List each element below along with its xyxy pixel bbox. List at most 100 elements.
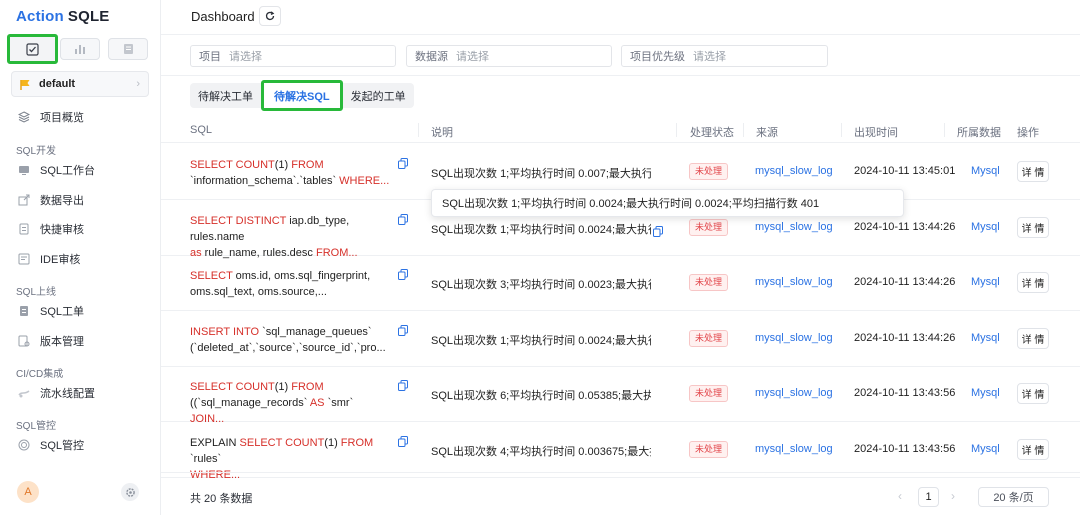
detail-button[interactable]: 详 情 [1017,327,1049,349]
description-tooltip: SQL出现次数 1;平均执行时间 0.0024;最大执行时间 0.0024;平均… [431,189,904,217]
filter-priority-select[interactable]: 项目优先级 请选择 [621,45,828,67]
description-cell: SQL出现次数 4;平均执行时间 0.003675;最大执行... [431,445,651,458]
copy-icon[interactable] [398,435,408,447]
sql-keyword: SELECT [190,270,233,282]
detail-button[interactable]: 详 情 [1017,383,1049,404]
nav-label: 项目概览 [40,112,84,124]
description-cell: SQL出现次数 1;平均执行时间 0.0024;最大执行i... [431,223,651,236]
copy-icon[interactable] [398,158,408,169]
sql-keyword: SELECT COUNT [190,159,275,171]
sql-text: SELECT oms.id, oms.sql_fingerprint, oms.s… [190,268,390,300]
mode-switcher [7,34,151,64]
header-instance: 所属数据 [957,127,1001,139]
sql-token: ((`sql_manage_records` [190,397,310,409]
mode-chart-button[interactable] [60,38,100,60]
column-separator[interactable] [944,123,945,137]
tab-pending-sql[interactable]: 待解决SQL [261,80,343,111]
time-cell: 2024-10-11 13:44:26 [854,331,956,344]
page-size-select[interactable]: 20 条/页 [978,487,1049,507]
header-time: 出现时间 [854,127,898,139]
nav-item-overview[interactable]: 项目概览 [18,107,84,127]
time-cell: 2024-10-11 13:45:01 [854,165,956,177]
column-separator[interactable] [743,123,744,137]
sql-token: oms.sql_text, oms.source,... [190,286,327,298]
nav-item-ide-audit[interactable]: IDE审核 [18,249,80,269]
instance-link[interactable]: Mysql [971,221,1000,233]
tab-initiated-orders[interactable]: 发起的工单 [343,83,414,108]
tab-pending-orders[interactable]: 待解决工单 [190,83,261,108]
instance-link[interactable]: Mysql [971,332,1000,344]
filter-placeholder: 请选择 [456,51,489,63]
nav-item-sql-ctrl[interactable]: SQL管控 [18,435,84,455]
nav-item-workbench[interactable]: SQL工作台 [18,160,95,180]
checkbox-icon [26,42,39,56]
prev-page-icon[interactable]: ‹ [898,489,902,503]
avatar[interactable]: A [17,481,39,503]
detail-button[interactable]: 详 情 [1017,216,1049,238]
source-link[interactable]: mysql_slow_log [755,332,833,344]
copy-icon[interactable] [398,324,408,336]
column-separator[interactable] [676,123,677,137]
mode-doc-button[interactable] [108,38,148,60]
time-cell: 2024-10-11 13:44:26 [854,276,956,288]
detail-button[interactable]: 详 情 [1017,272,1049,293]
sql-token: `rules` [190,452,222,465]
nav-section-release: SQL上线 [16,287,57,298]
column-separator[interactable] [418,123,419,137]
status-badge: 未处理 [689,218,729,236]
order-icon [20,306,28,316]
mode-audit-button[interactable] [7,34,58,64]
table-row: SELECT oms.id, oms.sql_fingerprint, oms.s… [161,256,1080,311]
nav-item-workorder[interactable]: SQL工单 [18,301,84,321]
project-selector[interactable]: default › [11,71,149,97]
copy-icon[interactable] [398,269,408,280]
source-link[interactable]: mysql_slow_log [755,443,833,455]
nav-item-export[interactable]: 数据导出 [18,190,84,210]
bar-chart-icon [75,45,85,54]
sql-token: (1) [274,381,292,393]
sql-token: `sql_manage_queues` [259,325,372,338]
sql-keyword: AS [309,397,325,409]
copy-icon[interactable] [398,380,408,391]
instance-link[interactable]: Mysql [971,387,1000,399]
nav-item-quick-audit[interactable]: 快捷审核 [18,219,84,239]
nav-label: 版本管理 [40,336,84,348]
gear-icon [125,487,135,497]
sql-keyword: FROM [340,436,374,449]
copy-icon[interactable] [653,225,663,237]
refresh-button[interactable] [259,6,281,26]
instance-link[interactable]: Mysql [971,443,1000,455]
table-row: SELECT COUNT(1) FROM ((`sql_manage_record… [161,367,1080,425]
filter-project-select[interactable]: 项目 请选择 [190,45,396,67]
instance-link[interactable]: Mysql [971,276,1000,288]
time-cell: 2024-10-11 13:43:56 [854,387,956,399]
detail-button[interactable]: 详 情 [1017,438,1049,460]
source-link[interactable]: mysql_slow_log [755,165,833,177]
copy-icon[interactable] [398,213,408,225]
sql-keyword: SELECT DISTINCT [190,214,287,227]
table-header: SQL 说明 处理状态 来源 出现时间 所属数据 操作 [161,119,1080,143]
instance-link[interactable]: Mysql [971,165,1000,177]
source-link[interactable]: mysql_slow_log [755,387,833,399]
nav-label: SQL管控 [40,440,85,452]
column-separator[interactable] [841,123,842,137]
status-badge: 未处理 [689,440,729,458]
table-footer: 共 20 条数据 ‹ 1 › 20 条/页 [161,472,1080,515]
divider [161,34,1080,35]
filter-datasource-select[interactable]: 数据源 请选择 [406,45,612,67]
description-cell: SQL出现次数 1;平均执行时间 0.0024;最大执行i... [431,334,651,347]
source-link[interactable]: mysql_slow_log [755,221,833,233]
nav-item-version[interactable]: 版本管理 [18,331,84,351]
sql-keyword: FROM [291,159,324,171]
detail-button[interactable]: 详 情 [1017,161,1049,182]
settings-button[interactable] [121,483,139,501]
status-badge: 未处理 [689,385,729,402]
header-status: 处理状态 [690,127,734,139]
description-cell: SQL出现次数 6;平均执行时间 0.05385;最大执行... [431,390,651,402]
nav-item-pipeline[interactable]: 流水线配置 [18,383,95,403]
page-number[interactable]: 1 [918,487,939,507]
next-page-icon[interactable]: › [951,489,955,503]
export-icon [18,194,30,206]
time-cell: 2024-10-11 13:44:26 [854,220,956,233]
source-link[interactable]: mysql_slow_log [755,276,833,288]
